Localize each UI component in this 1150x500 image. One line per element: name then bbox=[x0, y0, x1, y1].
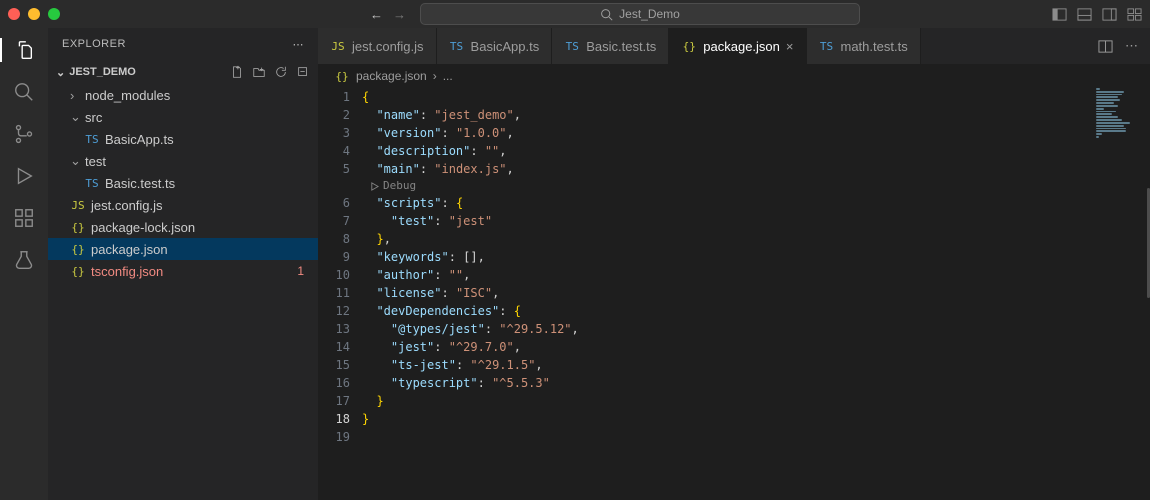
sidebar-more-icon[interactable]: ⋯ bbox=[293, 38, 305, 51]
tab-label: Basic.test.ts bbox=[586, 39, 656, 54]
folder-src[interactable]: ⌄ src bbox=[48, 106, 318, 128]
command-center[interactable]: Jest_Demo bbox=[420, 3, 860, 25]
layout-left-icon[interactable] bbox=[1052, 7, 1067, 22]
new-file-icon[interactable] bbox=[230, 65, 244, 79]
tree-item-label: jest.config.js bbox=[91, 198, 163, 213]
file-tree: › node_modules ⌄ src TSBasicApp.ts ⌄ test TSBas… bbox=[48, 84, 318, 500]
error-badge: 1 bbox=[297, 264, 304, 278]
file-BasicApp.ts[interactable]: TSBasicApp.ts bbox=[48, 128, 318, 150]
explorer-actions bbox=[230, 65, 310, 79]
close-tab-icon[interactable]: × bbox=[786, 39, 794, 54]
explorer-sidebar: EXPLORER ⋯ ⌄ JEST_DEMO › node_modules ⌄ src… bbox=[48, 28, 318, 500]
titlebar: ← → Jest_Demo bbox=[0, 0, 1150, 28]
tab-label: math.test.ts bbox=[841, 39, 908, 54]
file-package-lock.json[interactable]: {}package-lock.json bbox=[48, 216, 318, 238]
layout-customize-icon[interactable] bbox=[1127, 7, 1142, 22]
tree-item-label: test bbox=[85, 154, 106, 169]
close-window-button[interactable] bbox=[8, 8, 20, 20]
breadcrumb-trail: ... bbox=[443, 69, 453, 83]
window-controls bbox=[8, 8, 60, 20]
tree-item-label: package.json bbox=[91, 242, 168, 257]
debug-play-icon bbox=[370, 182, 379, 191]
testing-activity-icon[interactable] bbox=[12, 248, 36, 272]
file-tsconfig.json[interactable]: {}tsconfig.json1 bbox=[48, 260, 318, 282]
tree-item-label: package-lock.json bbox=[91, 220, 195, 235]
tab-Basic.test.ts[interactable]: TSBasic.test.ts bbox=[552, 28, 669, 64]
chevron-down-icon: ⌄ bbox=[70, 153, 80, 169]
new-folder-icon[interactable] bbox=[252, 65, 266, 79]
layout-right-icon[interactable] bbox=[1102, 7, 1117, 22]
tree-item-label: BasicApp.ts bbox=[105, 132, 174, 147]
project-name: JEST_DEMO bbox=[69, 66, 136, 78]
file-package.json[interactable]: {}package.json bbox=[48, 238, 318, 260]
tree-item-label: src bbox=[85, 110, 102, 125]
chevron-down-icon: ⌄ bbox=[56, 66, 65, 79]
file-Basic.test.ts[interactable]: TSBasic.test.ts bbox=[48, 172, 318, 194]
editor-group: JSjest.config.jsTSBasicApp.tsTSBasic.tes… bbox=[318, 28, 1150, 500]
split-editor-icon[interactable] bbox=[1098, 39, 1113, 54]
folder-node_modules[interactable]: › node_modules bbox=[48, 84, 318, 106]
minimize-window-button[interactable] bbox=[28, 8, 40, 20]
activity-bar bbox=[0, 28, 48, 500]
sidebar-title: EXPLORER bbox=[62, 38, 126, 50]
nav-arrows: ← → bbox=[370, 7, 406, 22]
tab-more-icon[interactable]: ⋯ bbox=[1125, 38, 1138, 54]
line-gutter: 12345678910111213141516171819 bbox=[318, 88, 362, 500]
minimap[interactable] bbox=[1096, 88, 1136, 138]
tab-label: package.json bbox=[703, 39, 780, 54]
sidebar-header: EXPLORER ⋯ bbox=[48, 28, 318, 60]
tabs-bar: JSjest.config.jsTSBasicApp.tsTSBasic.tes… bbox=[318, 28, 1150, 64]
source-control-activity-icon[interactable] bbox=[12, 122, 36, 146]
extensions-activity-icon[interactable] bbox=[12, 206, 36, 230]
file-jest.config.js[interactable]: JSjest.config.js bbox=[48, 194, 318, 216]
tab-BasicApp.ts[interactable]: TSBasicApp.ts bbox=[437, 28, 553, 64]
refresh-icon[interactable] bbox=[274, 65, 288, 79]
json-file-icon: {} bbox=[334, 70, 350, 83]
search-activity-icon[interactable] bbox=[12, 80, 36, 104]
folder-test[interactable]: ⌄ test bbox=[48, 150, 318, 172]
breadcrumb-file: package.json bbox=[356, 69, 427, 83]
search-text: Jest_Demo bbox=[619, 7, 680, 21]
explorer-activity-icon[interactable] bbox=[12, 38, 36, 62]
collapse-all-icon[interactable] bbox=[296, 65, 310, 79]
tab-package.json[interactable]: {}package.json× bbox=[669, 28, 806, 64]
tree-item-label: node_modules bbox=[85, 88, 170, 103]
run-debug-activity-icon[interactable] bbox=[12, 164, 36, 188]
maximize-window-button[interactable] bbox=[48, 8, 60, 20]
nav-back-icon[interactable]: ← bbox=[370, 7, 383, 22]
code-content[interactable]: { "name": "jest_demo", "version": "1.0.0… bbox=[362, 88, 1150, 500]
nav-forward-icon[interactable]: → bbox=[393, 7, 406, 22]
chevron-down-icon: ⌄ bbox=[70, 109, 80, 125]
tab-math.test.ts[interactable]: TSmath.test.ts bbox=[807, 28, 921, 64]
search-icon bbox=[600, 8, 613, 21]
tab-label: BasicApp.ts bbox=[471, 39, 540, 54]
tree-item-label: tsconfig.json bbox=[91, 264, 163, 279]
titlebar-layout-controls bbox=[1052, 7, 1142, 22]
codelens-debug[interactable]: Debug bbox=[362, 178, 1150, 194]
breadcrumb[interactable]: {} package.json › ... bbox=[318, 64, 1150, 88]
explorer-section-header[interactable]: ⌄ JEST_DEMO bbox=[48, 60, 318, 84]
tab-label: jest.config.js bbox=[352, 39, 424, 54]
tab-jest.config.js[interactable]: JSjest.config.js bbox=[318, 28, 437, 64]
tree-item-label: Basic.test.ts bbox=[105, 176, 175, 191]
chevron-right-icon: › bbox=[433, 69, 437, 83]
layout-bottom-icon[interactable] bbox=[1077, 7, 1092, 22]
editor[interactable]: 12345678910111213141516171819 { "name": … bbox=[318, 88, 1150, 500]
chevron-right-icon: › bbox=[70, 88, 80, 103]
